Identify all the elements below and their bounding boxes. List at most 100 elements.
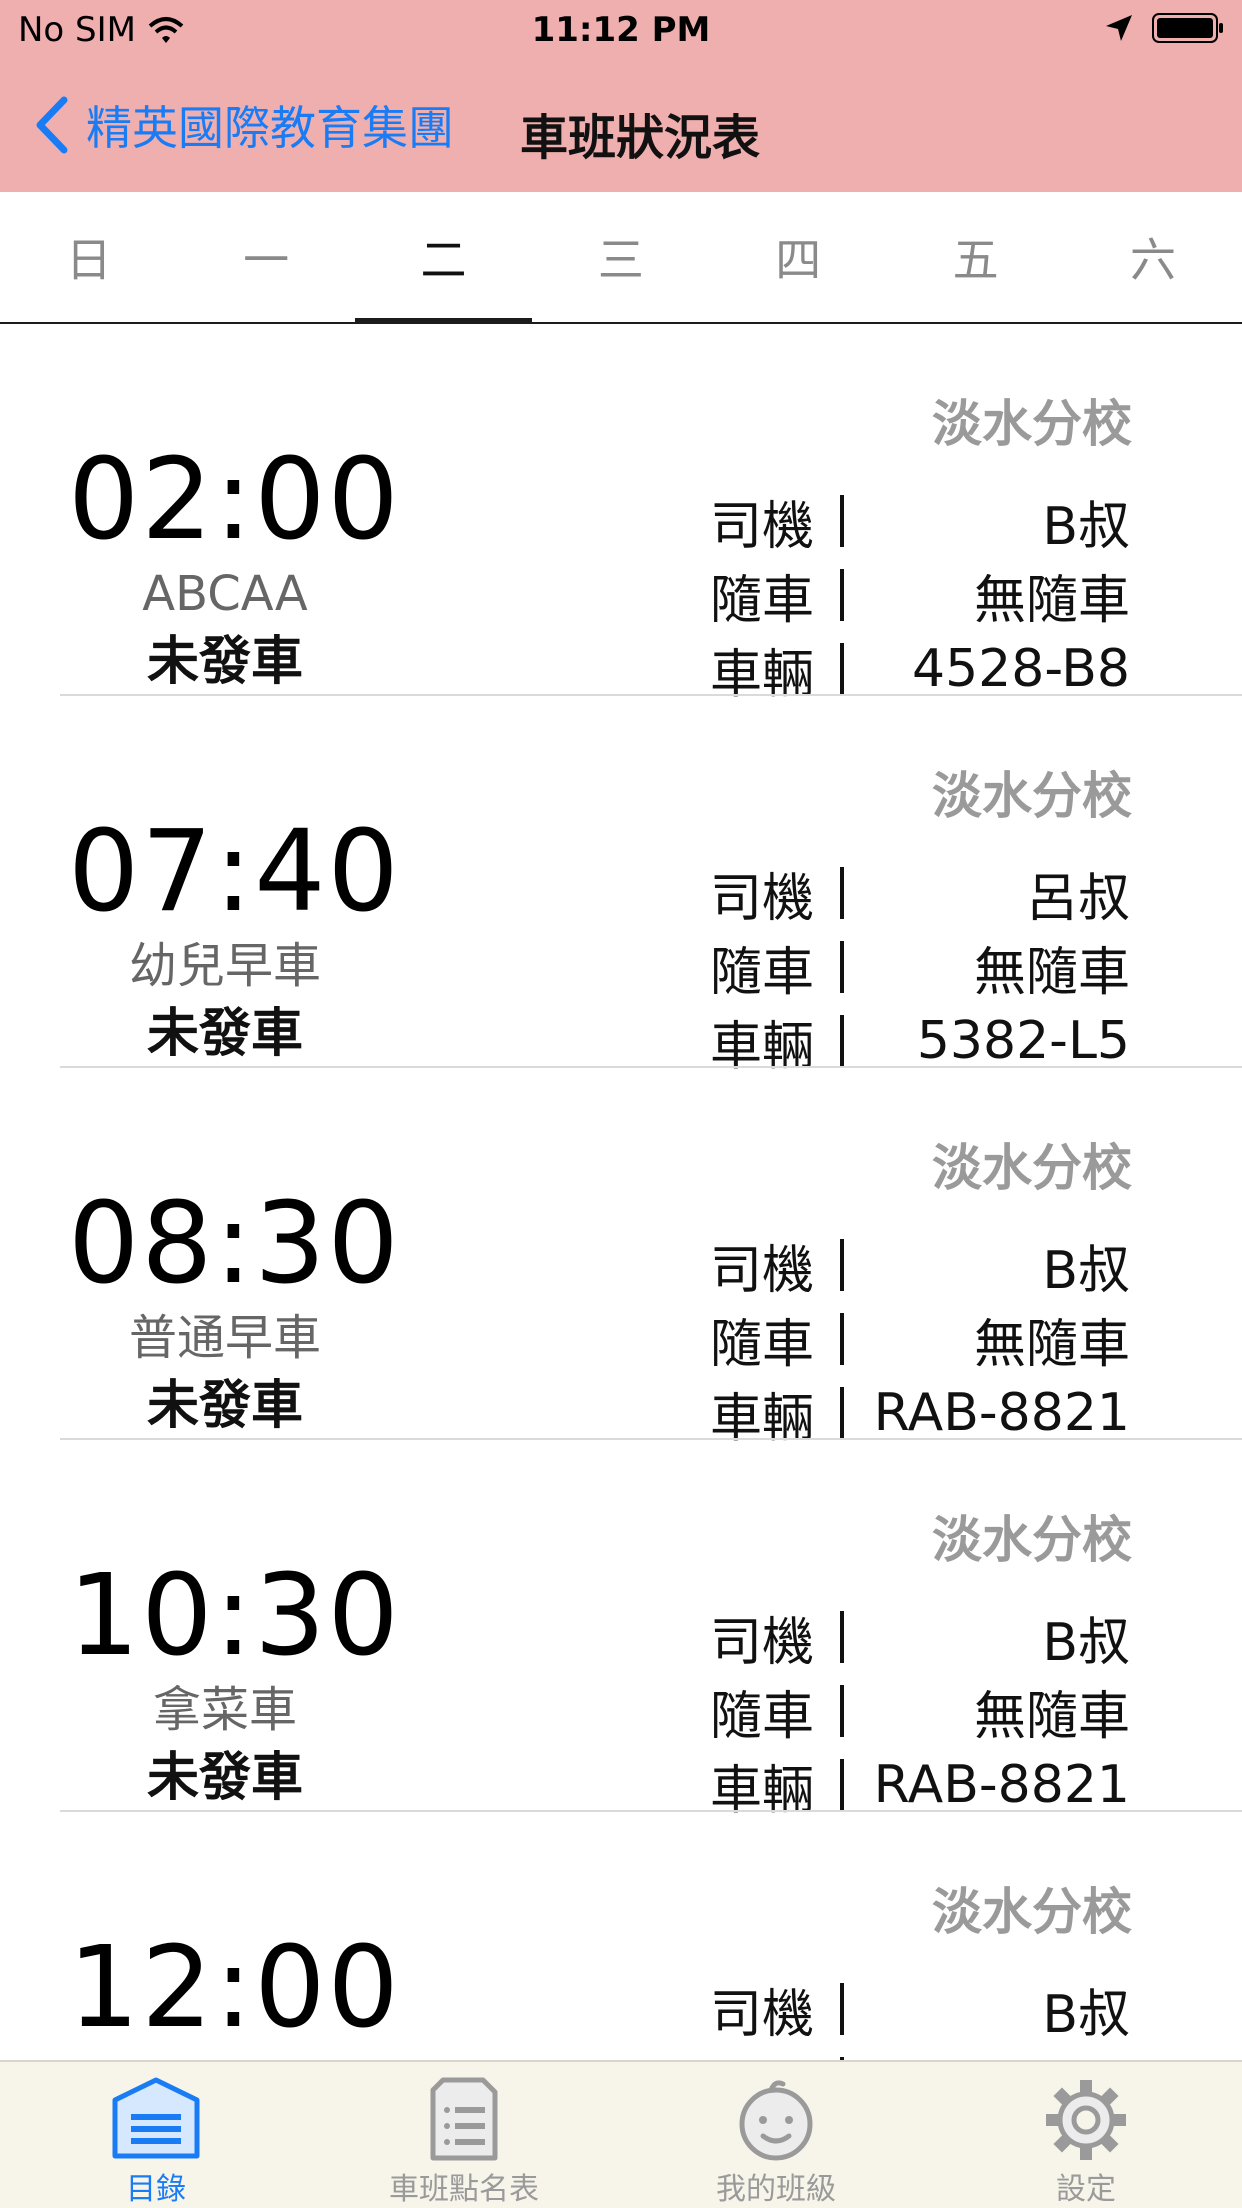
chevron-left-icon xyxy=(36,96,68,154)
escort-row: 隨車 無隨車 xyxy=(710,930,1130,1004)
trip-status: 未發車 xyxy=(146,1748,303,1808)
escort-label: 隨車 xyxy=(710,570,815,631)
tab-saturday[interactable]: 六 xyxy=(1064,192,1241,322)
divider xyxy=(840,1313,844,1365)
gear-icon xyxy=(1046,2080,1126,2160)
escort-label: 隨車 xyxy=(710,2046,830,2061)
route-name: ABCAA xyxy=(142,566,308,622)
divider xyxy=(840,1239,844,1291)
escort-value: 無隨車 xyxy=(973,1314,1130,1375)
tabbar-item-my-class[interactable]: 我的班級 xyxy=(676,2062,876,2208)
escort-label: 隨車 xyxy=(710,1686,815,1747)
tab-monday[interactable]: 一 xyxy=(177,192,354,322)
trip-time-block: 12:00 xyxy=(60,1923,401,2053)
campus-label: 淡水分校 xyxy=(932,767,1132,825)
trip-row[interactable]: 淡水分校 07:40 幼兒早車 未發車 司機 呂叔 隨車 無隨車 車輛 5382… xyxy=(0,696,1242,1077)
back-button-label: 精英國際教育集團 xyxy=(86,101,454,155)
divider xyxy=(840,1015,844,1067)
list-icon xyxy=(112,2077,200,2159)
divider xyxy=(840,941,844,993)
tabbar-item-catalog[interactable]: 目錄 xyxy=(56,2062,256,2208)
status-bar: No SIM 11:12 PM xyxy=(0,0,1242,62)
header: No SIM 11:12 PM 精英國際教育集團 車班狀況表 xyxy=(0,0,1242,192)
trip-time: 08:30 xyxy=(68,1179,401,1309)
driver-label: 司機 xyxy=(710,1984,815,2045)
route-name: 拿菜車 xyxy=(152,1682,297,1738)
driver-value: 呂叔 xyxy=(1025,868,1130,929)
trip-info: 司機 B叔 隨車 無隨車 xyxy=(710,1972,1130,2060)
trip-info: 司機 B叔 隨車 無隨車 車輛 RAB-8821 xyxy=(710,1228,1130,1450)
route-name: 幼兒早車 xyxy=(128,938,321,994)
escort-row: 隨車 無隨車 xyxy=(710,1674,1130,1748)
trip-info: 司機 B叔 隨車 無隨車 車輛 RAB-8821 xyxy=(710,1600,1130,1822)
trip-list: 淡水分校 02:00 ABCAA 未發車 司機 B叔 隨車 無隨車 車輛 452… xyxy=(0,324,1242,2060)
trip-time-block: 08:30 普通早車 未發車 xyxy=(60,1179,401,1442)
tab-tuesday[interactable]: 二 xyxy=(354,192,533,324)
divider xyxy=(840,495,844,547)
tabbar-item-roll-call[interactable]: 車班點名表 xyxy=(364,2062,564,2208)
trip-row[interactable]: 淡水分校 08:30 普通早車 未發車 司機 B叔 隨車 無隨車 車輛 RAB-… xyxy=(0,1068,1242,1449)
trip-info: 司機 呂叔 隨車 無隨車 車輛 5382-L5 xyxy=(710,856,1130,1078)
trip-time: 12:00 xyxy=(68,1923,401,2053)
tabbar-label: 車班點名表 xyxy=(389,2172,539,2207)
day-tabs: 日 一 二 三 四 五 六 xyxy=(0,192,1242,324)
escort-value: 無隨車 xyxy=(973,942,1130,1003)
divider xyxy=(840,569,844,621)
driver-row: 司機 B叔 xyxy=(710,1228,1130,1302)
escort-row: 隨車 無隨車 xyxy=(710,2046,1130,2060)
divider xyxy=(840,1611,844,1663)
route-name: 普通早車 xyxy=(128,1310,321,1366)
driver-value: B叔 xyxy=(1042,1984,1130,2045)
divider xyxy=(840,1759,844,1811)
status-right xyxy=(1104,12,1224,44)
driver-value: B叔 xyxy=(1042,1240,1130,1301)
escort-value: 無隨車 xyxy=(973,1686,1130,1747)
tabbar-item-settings[interactable]: 設定 xyxy=(986,2062,1186,2208)
vehicle-value: 4528-B8 xyxy=(911,639,1130,699)
page-title: 車班狀況表 xyxy=(520,110,761,166)
trip-time-block: 02:00 ABCAA 未發車 xyxy=(60,435,401,698)
trip-row[interactable]: 淡水分校 10:30 拿菜車 未發車 司機 B叔 隨車 無隨車 車輛 RAB-8… xyxy=(0,1440,1242,1821)
driver-label: 司機 xyxy=(710,496,815,557)
divider xyxy=(840,1685,844,1737)
tabbar-label: 我的班級 xyxy=(716,2172,836,2207)
document-icon xyxy=(430,2077,498,2161)
driver-label: 司機 xyxy=(710,1612,815,1673)
tab-sunday[interactable]: 日 xyxy=(0,192,177,322)
tab-wednesday[interactable]: 三 xyxy=(532,192,709,322)
escort-label: 隨車 xyxy=(710,942,815,1003)
battery-icon xyxy=(1152,13,1223,43)
trip-row[interactable]: 淡水分校 02:00 ABCAA 未發車 司機 B叔 隨車 無隨車 車輛 452… xyxy=(0,324,1242,705)
trip-time: 02:00 xyxy=(68,435,401,565)
campus-label: 淡水分校 xyxy=(932,1139,1132,1197)
driver-row: 司機 B叔 xyxy=(710,1600,1130,1674)
location-arrow-icon xyxy=(1106,15,1132,41)
tab-bar: 目錄 車班點名表 我的班級 設定 xyxy=(0,2060,1242,2208)
driver-value: B叔 xyxy=(1042,496,1130,557)
baby-face-icon xyxy=(739,2080,813,2161)
tabbar-label: 目錄 xyxy=(126,2172,186,2207)
driver-row: 司機 B叔 xyxy=(710,484,1130,558)
trip-time-block: 10:30 拿菜車 未發車 xyxy=(60,1560,399,1814)
escort-label: 隨車 xyxy=(710,1314,815,1375)
trip-row[interactable]: 淡水分校 12:00 司機 B叔 隨車 無隨車 xyxy=(0,1812,1242,2060)
tabbar-label: 設定 xyxy=(1056,2172,1116,2207)
trip-status: 未發車 xyxy=(146,1004,303,1064)
back-button[interactable]: 精英國際教育集團 xyxy=(32,92,454,158)
escort-row: 隨車 無隨車 xyxy=(710,558,1130,632)
tab-friday[interactable]: 五 xyxy=(887,192,1064,322)
driver-value: B叔 xyxy=(1042,1612,1130,1673)
campus-label: 淡水分校 xyxy=(932,395,1132,453)
tab-thursday[interactable]: 四 xyxy=(710,192,887,322)
divider xyxy=(840,1983,844,2035)
escort-row: 隨車 無隨車 xyxy=(710,1302,1130,1376)
divider xyxy=(840,643,844,695)
trip-time-block: 07:40 幼兒早車 未發車 xyxy=(60,816,399,1070)
driver-label: 司機 xyxy=(710,1240,815,1301)
vehicle-value: RAB-8821 xyxy=(873,1755,1130,1815)
nav-bar: 精英國際教育集團 車班狀況表 xyxy=(0,62,1242,192)
escort-value: 無隨車 xyxy=(854,2046,1130,2061)
driver-row: 司機 呂叔 xyxy=(710,856,1130,930)
divider xyxy=(840,1387,844,1439)
status-time: 11:12 PM xyxy=(531,10,711,50)
